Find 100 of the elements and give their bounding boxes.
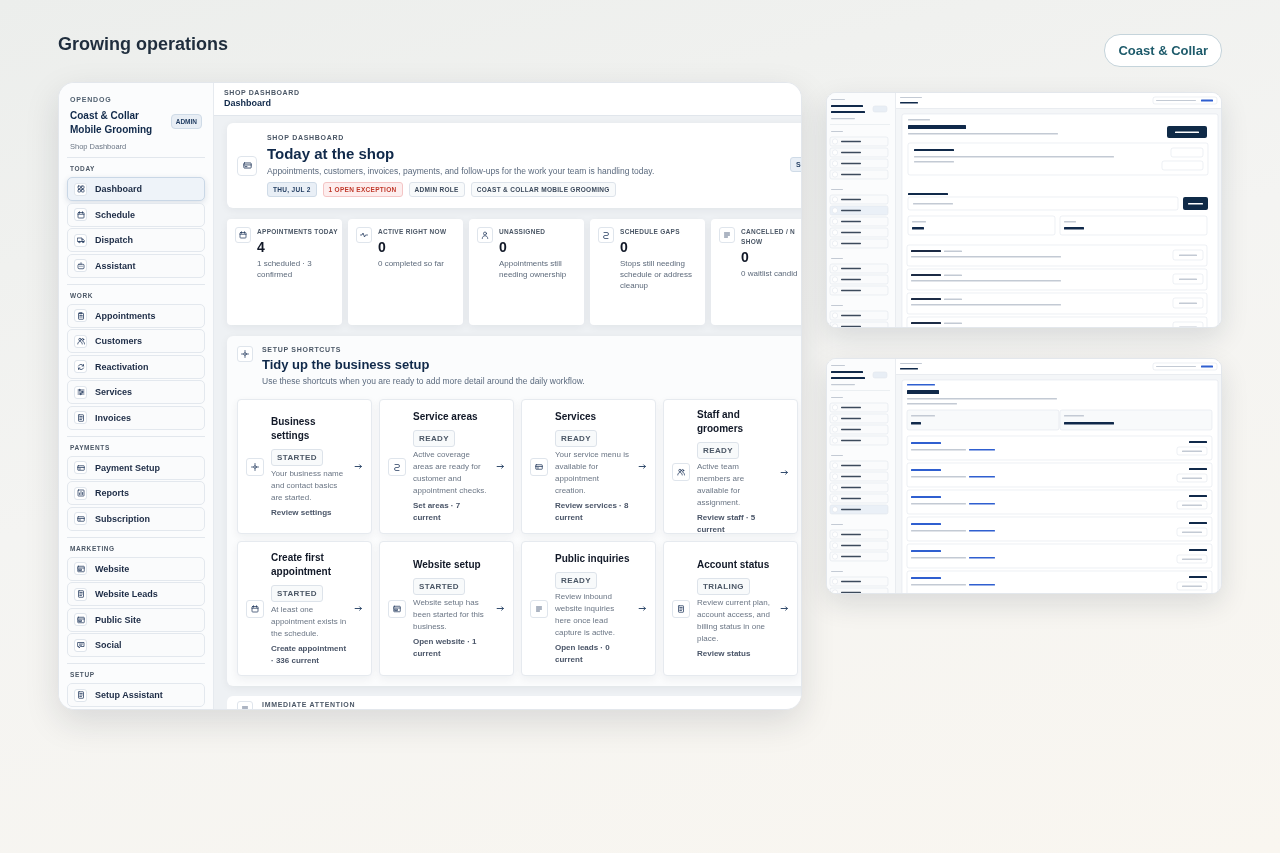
status-badge: READY — [413, 429, 455, 447]
arrow-icon — [354, 462, 363, 471]
section-description: Use these shortcuts when you are ready to add more detail around the daily workflow. — [262, 376, 585, 386]
arrow-icon — [638, 462, 647, 471]
nav-item[interactable]: Schedule — [67, 202, 205, 227]
shortcut-card[interactable]: Business settings STARTED Your business name and contact basics are started. Review settings — [237, 399, 372, 534]
shortcut-card[interactable]: Account status TRIALING Review current plan, account access, and billing status in one place. Review status — [663, 541, 798, 676]
card-action-link[interactable]: Open leads · 0 current — [555, 641, 631, 666]
stat-value: 0 — [620, 239, 629, 255]
business-name: Coast & Collar Mobile Grooming — [70, 109, 154, 137]
card-title: Business settings — [271, 414, 317, 443]
nav-item[interactable]: Public Site — [67, 607, 205, 632]
nav-item[interactable]: Services — [67, 380, 205, 404]
card-description: Review inbound website inquiries here once lead capture is active. — [555, 590, 617, 639]
nav-item[interactable]: Subscription — [67, 506, 205, 531]
card-description: Website setup has been started for this business. — [413, 596, 485, 633]
card-action-link[interactable]: Create appointment · 336 current — [271, 642, 347, 667]
card-icon — [530, 457, 548, 476]
shortcut-card[interactable]: Create first appointment STARTED At least one appointment exists in the schedule. Create appointment · 336 current — [237, 541, 372, 676]
card-title: Create first appointment — [271, 550, 332, 579]
route-icon — [598, 227, 614, 243]
stat-note: Appointments still needing ownership — [499, 258, 568, 280]
calendar-icon — [74, 208, 87, 221]
nav-item[interactable]: Social — [67, 633, 205, 657]
stat-note: 1 scheduled · 3 confirmed — [257, 258, 313, 280]
card-action-link[interactable]: Review status — [697, 647, 773, 660]
nav-item[interactable]: Payment Setup — [67, 455, 205, 480]
card-description: At least one appointment exists in the schedule. — [271, 603, 347, 640]
page-title: Dashboard — [224, 98, 272, 108]
status-badge: READY — [555, 571, 597, 589]
shortcut-card[interactable]: Website setup STARTED Website setup has been started for this business. Open website · 1 current — [379, 541, 514, 676]
card-icon — [74, 461, 87, 474]
browser-window-icon — [74, 613, 87, 626]
card-description: Active coverage areas are ready for customer and appointment checks. — [413, 448, 488, 497]
card-description: Review current plan, account access, and billing status in one place. — [697, 596, 771, 645]
status-badge: READY — [555, 429, 597, 447]
stat-value: 0 — [378, 239, 387, 255]
card-title: Website setup — [413, 557, 482, 572]
card-title: Public inquiries — [555, 551, 631, 566]
stat-value: 4 — [257, 239, 266, 255]
route-icon — [388, 457, 406, 476]
card-title: Services — [555, 409, 598, 424]
status-badge: STARTED — [271, 584, 323, 602]
shortcut-card[interactable]: Staff and groomers READY Active team members are available for assignment. Review staff · 5 current — [663, 399, 798, 534]
clipboard-icon — [74, 309, 87, 322]
status-badge: TRIALING — [697, 577, 750, 595]
card-action-link[interactable]: Review settings — [271, 506, 347, 519]
status-badge: STARTED — [271, 448, 323, 466]
document-icon — [74, 587, 87, 601]
card-title: Service areas — [413, 409, 479, 424]
nav-item[interactable]: Reports — [67, 481, 205, 505]
document-icon — [672, 599, 690, 618]
card-icon — [74, 512, 87, 525]
nav-item[interactable]: Reactivation — [67, 354, 205, 379]
arrow-icon — [496, 462, 505, 471]
refresh-icon — [74, 360, 87, 373]
card-action-link[interactable]: Set areas · 7 current — [413, 499, 489, 524]
card-action-link[interactable]: Review staff · 5 current — [697, 512, 773, 536]
stat-value: 0 — [741, 249, 750, 265]
shortcut-card[interactable]: Services READY Your service menu is available for appointment creation. Review services · 8 current — [521, 399, 656, 534]
calendar-icon — [235, 227, 251, 243]
card-action-link[interactable]: Open website · 1 current — [413, 635, 489, 660]
stat-value: 0 — [499, 239, 508, 255]
status-badge: STARTED — [413, 577, 465, 595]
card-description: Your service menu is available for appointment creation. — [555, 448, 630, 497]
nav-item[interactable]: Website Leads — [67, 582, 205, 606]
nav-item[interactable]: Invoices — [67, 405, 205, 430]
people-icon — [74, 334, 87, 348]
nav-item[interactable]: Setup Assistant — [67, 683, 205, 707]
nav-item[interactable]: Appointments — [67, 303, 205, 328]
nav-item[interactable]: Website — [67, 556, 205, 581]
card-icon — [237, 155, 257, 176]
person-icon — [477, 227, 493, 243]
card-description: Active team members are available for assignment. — [697, 461, 746, 509]
hero-title: Today at the shop — [267, 145, 396, 162]
nav-item[interactable]: Dispatch — [67, 228, 205, 252]
nav-item[interactable]: Dashboard — [67, 177, 205, 201]
page-heading: Growing operations — [58, 34, 228, 55]
arrow-icon — [780, 467, 789, 477]
hero-description: Appointments, customers, invoices, payments, and follow-ups for the work your team is handling today. — [267, 166, 655, 176]
brand-pill: Coast & Collar — [1104, 34, 1222, 67]
chart-icon — [74, 486, 87, 500]
nav-item[interactable]: Assistant — [67, 253, 205, 278]
browser-window-icon — [388, 599, 406, 618]
crosshair-icon — [246, 457, 264, 476]
browser-window-icon — [74, 562, 87, 575]
card-description: Your business name and contact basics are started. — [271, 467, 345, 504]
card-title: Account status — [697, 557, 771, 572]
stat-note: 0 waitlist candid — [741, 268, 798, 279]
robot-icon — [74, 259, 87, 272]
crosshair-icon — [237, 346, 253, 362]
card-action-link[interactable]: Review services · 8 current — [555, 499, 631, 524]
stat-note: Stops still needing schedule or address cleanup — [620, 258, 694, 291]
arrow-icon — [496, 604, 505, 613]
section-title: Tidy up the business setup — [262, 357, 431, 372]
shortcut-card[interactable]: Public inquiries READY Review inbound website inquiries here once lead capture is active. Open leads · 0 current — [521, 541, 656, 676]
stat-note: 0 completed so far — [378, 258, 445, 269]
nav-item[interactable]: Customers — [67, 329, 205, 353]
grid-icon — [74, 182, 87, 196]
shortcut-card[interactable]: Service areas READY Active coverage areas are ready for customer and appointment checks. Set areas · 7 current — [379, 399, 514, 534]
